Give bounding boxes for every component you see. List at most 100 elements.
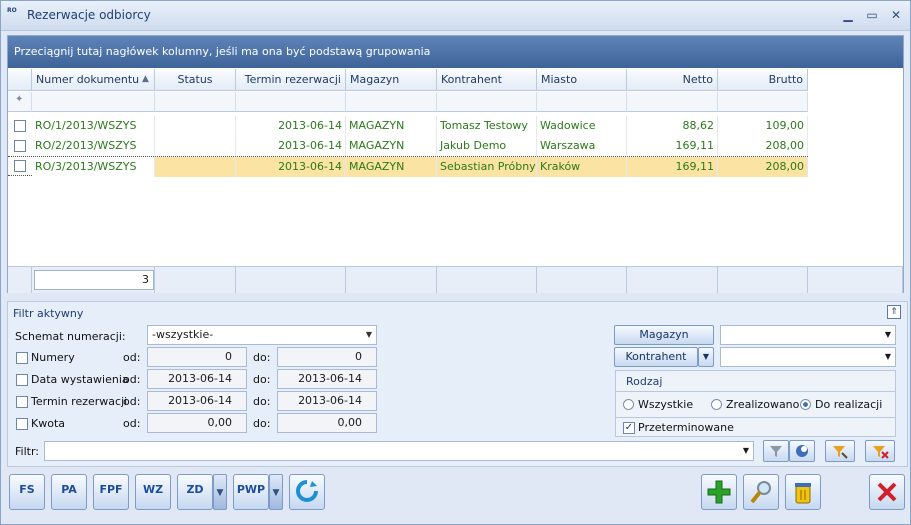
zd-dropdown-button[interactable]: ▼	[213, 474, 227, 510]
trash-icon[interactable]	[785, 474, 821, 510]
data-wystawienia-label: Data wystawienia	[31, 373, 129, 386]
cell-status	[155, 136, 236, 156]
cell-termin: 2013-06-14	[236, 157, 346, 177]
przeterminowane-checkbox[interactable]: ✓	[623, 422, 635, 434]
column-header-termin[interactable]: Termin rezerwacji	[236, 69, 346, 91]
column-label: Numer dokumentu	[36, 73, 140, 86]
zd-button[interactable]: ZD	[177, 474, 213, 510]
table-row[interactable]: RO/2/2013/WSZYS 2013-06-14 MAGAZYN Jakub…	[8, 136, 808, 156]
cell-kontrahent: Sebastian Próbny	[437, 157, 537, 177]
collapse-icon[interactable]: ⇑	[887, 305, 901, 319]
maximize-button[interactable]: ▭	[861, 6, 883, 24]
kwota-label: Kwota	[31, 417, 65, 430]
radio-wszystkie[interactable]	[623, 399, 634, 410]
group-by-panel[interactable]: Przeciągnij tutaj nagłówek kolumny, jeśl…	[8, 36, 903, 68]
filter-cell-termin[interactable]	[236, 92, 346, 112]
close-icon[interactable]	[869, 474, 905, 510]
schemat-select[interactable]: -wszystkie- ▼	[147, 325, 377, 345]
filter-cell-status[interactable]	[155, 92, 236, 112]
numery-checkbox[interactable]	[16, 352, 28, 364]
filter-clear-icon[interactable]	[865, 440, 895, 462]
do-label: do:	[253, 395, 271, 408]
column-header-numer[interactable]: Numer dokumentu ▲	[32, 69, 155, 91]
termin-rezerwacji-checkbox[interactable]	[16, 396, 28, 408]
kwota-do-input[interactable]: 0,00	[277, 413, 377, 433]
table-row-selected[interactable]: RO/3/2013/WSZYS 2013-06-14 MAGAZYN Sebas…	[8, 156, 808, 177]
column-header-select[interactable]	[8, 69, 32, 91]
cell-status	[155, 157, 236, 177]
pwp-dropdown-button[interactable]: ▼	[269, 474, 283, 510]
przeterminowane-label: Przeterminowane	[638, 421, 734, 434]
cell-magazyn: MAGAZYN	[346, 116, 437, 136]
kontrahent-button[interactable]: Kontrahent	[614, 347, 698, 367]
kontrahent-select[interactable]: ▼	[720, 347, 896, 367]
filter-cell-brutto[interactable]	[718, 92, 808, 112]
column-header-miasto[interactable]: Miasto	[537, 69, 627, 91]
column-header-magazyn[interactable]: Magazyn	[346, 69, 437, 91]
filter-cell-miasto[interactable]	[537, 92, 627, 112]
radio-zrealizowano[interactable]	[711, 399, 722, 410]
footer-cell	[346, 266, 437, 293]
cell-brutto: 208,00	[718, 136, 808, 156]
funnel-icon[interactable]	[763, 440, 789, 462]
preview-magnifier-icon[interactable]	[743, 474, 779, 510]
filter-toggle-icon[interactable]	[789, 440, 815, 462]
filtr-label: Filtr:	[15, 445, 39, 458]
column-header-netto[interactable]: Netto	[627, 69, 718, 91]
cell-netto: 169,11	[627, 136, 718, 156]
row-checkbox[interactable]	[14, 120, 26, 132]
data-wystawienia-checkbox[interactable]	[16, 374, 28, 386]
fpf-button[interactable]: FPF	[93, 474, 129, 510]
magazyn-select[interactable]: ▼	[720, 325, 896, 345]
pa-button[interactable]: PA	[51, 474, 87, 510]
pwp-button[interactable]: PWP	[233, 474, 269, 510]
kontrahent-dropdown-button[interactable]: ▼	[698, 347, 714, 367]
rodzaj-group: Rodzaj Wszystkie Zrealizowano Do realiza…	[615, 370, 896, 437]
fs-button[interactable]: FS	[9, 474, 45, 510]
termin-rezerwacji-do-input[interactable]: 2013-06-14	[277, 391, 377, 411]
column-header-kontrahent[interactable]: Kontrahent	[437, 69, 537, 91]
footer-count-cell: 3	[32, 266, 155, 293]
cell-miasto: Kraków	[537, 157, 627, 177]
add-icon[interactable]	[701, 474, 737, 510]
filter-cell-netto[interactable]	[627, 92, 718, 112]
radio-do-realizacji[interactable]	[800, 399, 811, 410]
kwota-checkbox[interactable]	[16, 418, 28, 430]
column-header-brutto[interactable]: Brutto	[718, 69, 808, 91]
data-wystawienia-do-input[interactable]: 2013-06-14	[277, 369, 377, 389]
termin-rezerwacji-od-input[interactable]: 2013-06-14	[147, 391, 247, 411]
numery-do-input[interactable]: 0	[277, 347, 377, 367]
record-count: 3	[34, 270, 154, 290]
reservations-grid: Przeciągnij tutaj nagłówek kolumny, jeśl…	[7, 35, 904, 293]
footer-cell	[627, 266, 718, 293]
cell-miasto: Wadowice	[537, 116, 627, 136]
table-row[interactable]: RO/1/2013/WSZYS 2013-06-14 MAGAZYN Tomas…	[8, 116, 808, 136]
row-checkbox[interactable]	[14, 160, 26, 172]
cell-netto: 88,62	[627, 116, 718, 136]
kwota-od-input[interactable]: 0,00	[147, 413, 247, 433]
filter-cell-magazyn[interactable]	[346, 92, 437, 112]
cell-miasto: Warszawa	[537, 136, 627, 156]
footer-cell	[537, 266, 627, 293]
data-wystawienia-od-input[interactable]: 2013-06-14	[147, 369, 247, 389]
row-checkbox[interactable]	[14, 140, 26, 152]
cell-status	[155, 116, 236, 136]
cell-netto: 169,11	[627, 157, 718, 177]
minimize-button[interactable]: ▁	[837, 6, 859, 24]
cell-termin: 2013-06-14	[236, 116, 346, 136]
filter-advanced-icon[interactable]	[825, 440, 855, 462]
numery-od-input[interactable]: 0	[147, 347, 247, 367]
footer-cell	[8, 266, 32, 293]
chevron-down-icon: ▼	[884, 352, 891, 361]
filter-row-pin-icon[interactable]: ✦	[8, 92, 32, 112]
refresh-icon[interactable]	[289, 474, 325, 510]
footer-cell	[718, 266, 808, 293]
column-header-status[interactable]: Status	[155, 69, 236, 91]
wz-button[interactable]: WZ	[135, 474, 171, 510]
magazyn-button[interactable]: Magazyn	[614, 325, 714, 345]
filter-cell-numer[interactable]	[32, 92, 155, 112]
close-window-button[interactable]: ✕	[885, 6, 907, 24]
filtr-input[interactable]: ▼	[44, 441, 754, 461]
filter-cell-kontrahent[interactable]	[437, 92, 537, 112]
app-icon: RO	[7, 7, 17, 14]
